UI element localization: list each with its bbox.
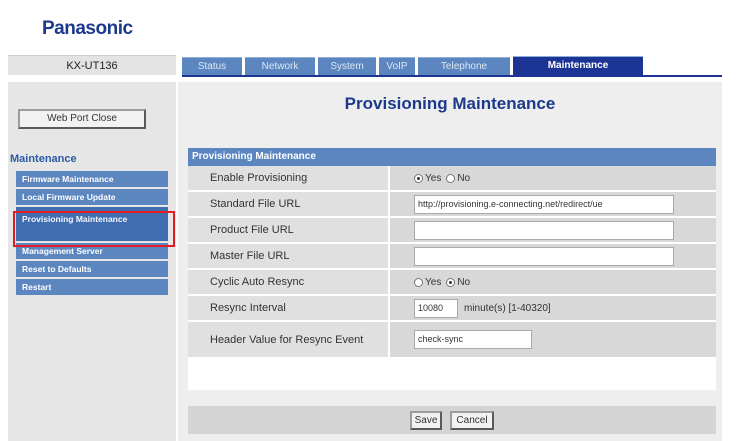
- setting-label: Cyclic Auto Resync: [188, 270, 388, 294]
- settings-row: Header Value for Resync Event check-sync: [188, 322, 716, 359]
- radio-label-no: No: [457, 172, 471, 184]
- settings-row: Master File URL: [188, 244, 716, 270]
- top-tab-bar: Status Network System VoIP Telephone Maintena…: [182, 56, 722, 76]
- sidebar-item-restart[interactable]: Restart: [16, 279, 168, 295]
- setting-value: [390, 244, 716, 268]
- setting-label: Master File URL: [188, 244, 388, 268]
- setting-value: http://provisioning.e-connecting.net/red…: [390, 192, 716, 216]
- main-content: Provisioning Maintenance Provisioning Ma…: [178, 82, 722, 441]
- setting-value: Yes No: [390, 166, 716, 190]
- tab-system[interactable]: System: [318, 57, 376, 75]
- save-button[interactable]: Save: [410, 410, 442, 430]
- setting-value: [390, 218, 716, 242]
- page-title: Provisioning Maintenance: [344, 94, 556, 113]
- standard-file-url-input[interactable]: http://provisioning.e-connecting.net/red…: [414, 194, 674, 214]
- model-name: KX-UT136: [8, 55, 176, 75]
- sidebar-item-reset-to-defaults[interactable]: Reset to Defaults: [16, 261, 168, 277]
- radio-yes[interactable]: [414, 173, 423, 183]
- tab-status[interactable]: Status: [182, 57, 242, 75]
- sidebar-item-firmware-maintenance[interactable]: Firmware Maintenance: [16, 171, 168, 187]
- panel-title: Provisioning Maintenance: [188, 148, 716, 166]
- setting-value: 10080 minute(s) [1-40320]: [390, 296, 716, 320]
- radio-label-yes: Yes: [425, 276, 442, 288]
- radio-yes[interactable]: [414, 277, 423, 287]
- setting-value: check-sync: [390, 322, 716, 357]
- settings-row: Standard File URL http://provisioning.e-c…: [188, 192, 716, 218]
- settings-row: Cyclic Auto Resync Yes No: [188, 270, 716, 296]
- tab-maintenance[interactable]: Maintenance: [513, 56, 643, 76]
- sidebar-item-local-firmware-update[interactable]: Local Firmware Update: [16, 189, 168, 205]
- resync-interval-input[interactable]: 10080: [414, 298, 458, 318]
- settings-rows: Enable Provisioning Yes No Standard File UR…: [188, 166, 716, 359]
- sidebar: Web Port Close Maintenance Firmware Main…: [8, 82, 176, 441]
- web-port-close-button[interactable]: Web Port Close: [18, 109, 146, 129]
- setting-label: Enable Provisioning: [188, 166, 388, 190]
- panasonic-logo: Panasonic: [42, 18, 133, 39]
- highlight-annotation-box: [13, 211, 175, 247]
- product-file-url-input[interactable]: [414, 220, 674, 240]
- button-bar: Save Cancel: [188, 406, 716, 434]
- tab-voip[interactable]: VoIP: [379, 57, 415, 75]
- radio-no[interactable]: [446, 173, 456, 183]
- tab-underline: [182, 75, 722, 77]
- settings-panel: Provisioning Maintenance Enable Provisio…: [188, 148, 716, 390]
- settings-row: Resync Interval 10080 minute(s) [1-40320]: [188, 296, 716, 322]
- setting-label: Header Value for Resync Event: [188, 322, 388, 357]
- interval-unit-label: minute(s) [1-40320]: [464, 302, 551, 314]
- setting-label: Product File URL: [188, 218, 388, 242]
- setting-value: Yes No: [390, 270, 716, 294]
- setting-label: Standard File URL: [188, 192, 388, 216]
- tab-network[interactable]: Network: [245, 57, 315, 75]
- tab-telephone[interactable]: Telephone: [418, 57, 510, 75]
- settings-row: Product File URL: [188, 218, 716, 244]
- radio-label-yes: Yes: [425, 172, 442, 184]
- sidebar-heading: Maintenance: [10, 153, 77, 165]
- header-value-for-resync-event-input[interactable]: check-sync: [414, 330, 532, 349]
- settings-row: Enable Provisioning Yes No: [188, 166, 716, 192]
- cancel-button[interactable]: Cancel: [450, 410, 494, 430]
- master-file-url-input[interactable]: [414, 246, 674, 266]
- radio-no[interactable]: [446, 277, 456, 287]
- setting-label: Resync Interval: [188, 296, 388, 320]
- radio-label-no: No: [457, 276, 471, 288]
